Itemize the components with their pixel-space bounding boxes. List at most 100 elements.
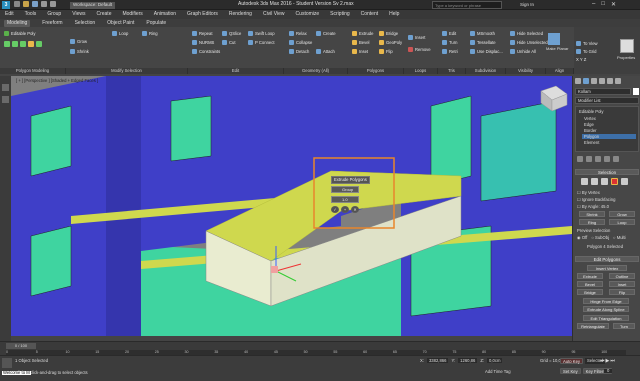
grow-button[interactable]: Grow bbox=[70, 39, 87, 44]
menu-edit[interactable]: Edit bbox=[5, 12, 14, 17]
menu-create[interactable]: Create bbox=[96, 12, 111, 17]
x-coordinate-field[interactable]: 3382,866 bbox=[426, 358, 449, 363]
play-icon[interactable]: ▶ bbox=[606, 358, 610, 364]
tab-object-paint[interactable]: Object Paint bbox=[107, 20, 134, 26]
time-slider[interactable]: 0 / 100 bbox=[6, 343, 36, 349]
shrink-button[interactable]: Shrink bbox=[70, 49, 89, 54]
preview-off-radio[interactable]: ◉ Off bbox=[577, 235, 587, 240]
bevel-button[interactable]: Bevel bbox=[352, 40, 369, 45]
ring-selection-button[interactable]: Ring bbox=[579, 219, 605, 225]
goto-start-icon[interactable]: ⏮ bbox=[600, 358, 605, 364]
stack-item-polygon[interactable]: Polygon bbox=[582, 134, 636, 139]
create-button[interactable]: Create bbox=[316, 31, 336, 36]
viewport-label[interactable]: [ + ] [Perspective ] [Shaded + Edged Fac… bbox=[16, 78, 98, 83]
hide-selected-button[interactable]: Hide Selected bbox=[510, 31, 543, 36]
edit-triangulation-button[interactable]: Edit Triangulation bbox=[583, 315, 629, 321]
remove-modifier-icon[interactable] bbox=[604, 156, 610, 162]
tab-populate[interactable]: Populate bbox=[146, 20, 166, 26]
p-connect-button[interactable]: P Connect bbox=[248, 40, 274, 45]
utilities-tab-icon[interactable] bbox=[615, 78, 621, 84]
stack-item-vertex[interactable]: Vertex bbox=[584, 116, 596, 121]
flip-button[interactable]: Flip bbox=[379, 49, 393, 54]
to-view-button[interactable]: To View bbox=[576, 41, 598, 46]
preview-subobj-radio[interactable]: ○ SubObj bbox=[591, 235, 609, 240]
create-tab-icon[interactable] bbox=[575, 78, 581, 84]
remove-loop-button[interactable]: Remove bbox=[408, 47, 431, 52]
geopoly-button[interactable]: GeoPoly bbox=[379, 40, 402, 45]
z-coordinate-field[interactable]: 0,0cm bbox=[487, 358, 503, 363]
perspective-viewport[interactable]: [ + ] [Perspective ] [Shaded + Edged Fac… bbox=[11, 76, 572, 336]
tab-freeform[interactable]: Freeform bbox=[42, 20, 62, 26]
detach-button[interactable]: Detach bbox=[289, 49, 309, 54]
cut-button[interactable]: Cut bbox=[222, 40, 236, 45]
retriangulate-button[interactable]: Retriangulate bbox=[577, 323, 609, 329]
new-file-icon[interactable] bbox=[14, 1, 20, 7]
edit-bridge-button[interactable]: Bridge bbox=[577, 289, 603, 295]
menu-content[interactable]: Content bbox=[361, 12, 379, 17]
select-border-icon[interactable] bbox=[601, 178, 608, 185]
caddy-apply-button[interactable]: + bbox=[341, 206, 349, 213]
ignore-backfacing-checkbox[interactable]: ☐ Ignore Backfacing bbox=[577, 197, 615, 202]
ring-button[interactable]: Ring bbox=[142, 31, 158, 36]
properties-icon[interactable] bbox=[620, 39, 634, 53]
retri-button[interactable]: Retri bbox=[442, 49, 458, 54]
insert-vertex-button[interactable]: Insert Vertex bbox=[587, 265, 627, 271]
loop-selection-button[interactable]: Loop bbox=[609, 219, 635, 225]
select-vertex-icon[interactable] bbox=[581, 178, 588, 185]
show-end-result-icon[interactable] bbox=[586, 156, 592, 162]
by-angle-checkbox[interactable]: ☐ By Angle: 45.0 bbox=[577, 204, 609, 209]
auto-key-button[interactable]: Auto Key bbox=[560, 358, 583, 364]
vertex-icon[interactable] bbox=[4, 41, 10, 47]
loop-button[interactable]: Loop bbox=[112, 31, 128, 36]
maximize-icon[interactable]: □ bbox=[601, 1, 605, 8]
current-frame-field[interactable]: 0 bbox=[604, 368, 613, 374]
edit-bevel-button[interactable]: Bevel bbox=[577, 281, 603, 287]
pin-stack-icon[interactable] bbox=[577, 156, 583, 162]
modify-tab-icon[interactable] bbox=[583, 78, 589, 84]
turn-button[interactable]: Turn bbox=[442, 40, 457, 45]
viewport-layout-icon[interactable] bbox=[2, 84, 9, 91]
caddy-cancel-button[interactable]: ✕ bbox=[351, 206, 359, 213]
tab-modeling[interactable]: Modeling bbox=[4, 19, 31, 27]
menu-graph-editors[interactable]: Graph Editors bbox=[187, 12, 218, 17]
save-file-icon[interactable] bbox=[32, 1, 38, 7]
menu-tools[interactable]: Tools bbox=[25, 12, 37, 17]
select-polygon-icon[interactable] bbox=[611, 178, 618, 185]
menu-help[interactable]: Help bbox=[389, 12, 399, 17]
menu-rendering[interactable]: Rendering bbox=[229, 12, 252, 17]
element-icon[interactable] bbox=[36, 41, 42, 47]
hierarchy-tab-icon[interactable] bbox=[591, 78, 597, 84]
by-vertex-checkbox[interactable]: ☐ By Vertex bbox=[577, 190, 600, 195]
caddy-ok-button[interactable]: ✓ bbox=[331, 206, 339, 213]
edit-flip-button[interactable]: Flip bbox=[609, 289, 635, 295]
menu-civil-view[interactable]: Civil View bbox=[263, 12, 285, 17]
turn-edge-button[interactable]: Turn bbox=[613, 323, 635, 329]
edge-icon[interactable] bbox=[12, 41, 18, 47]
stack-item-editable-poly[interactable]: Editable Poly bbox=[579, 109, 603, 114]
edit-extrude-button[interactable]: Extrude bbox=[577, 273, 603, 279]
height-spinner[interactable]: 1.0 bbox=[331, 196, 359, 203]
select-edge-icon[interactable] bbox=[591, 178, 598, 185]
menu-views[interactable]: Views bbox=[72, 12, 85, 17]
menu-group[interactable]: Group bbox=[47, 12, 61, 17]
make-planar-icon[interactable] bbox=[548, 33, 560, 45]
edit-tris-button[interactable]: Edit bbox=[442, 31, 456, 36]
extrusion-type-dropdown[interactable]: Group bbox=[331, 186, 359, 193]
border-icon[interactable] bbox=[20, 41, 26, 47]
motion-tab-icon[interactable] bbox=[599, 78, 605, 84]
edit-inset-button[interactable]: Inset bbox=[609, 281, 635, 287]
workspace-selector[interactable]: Workspace: Default bbox=[70, 2, 116, 9]
grow-selection-button[interactable]: Grow bbox=[609, 211, 635, 217]
hide-unselected-button[interactable]: Hide Unselected bbox=[510, 40, 548, 45]
extrude-button[interactable]: Extrude bbox=[352, 31, 373, 36]
sign-in-link[interactable]: Sign In bbox=[520, 2, 534, 8]
menu-animation[interactable]: Animation bbox=[154, 12, 176, 17]
attach-button[interactable]: Attach bbox=[316, 49, 335, 54]
edit-outline-button[interactable]: Outline bbox=[609, 273, 635, 279]
menu-modifiers[interactable]: Modifiers bbox=[122, 12, 142, 17]
polygon-icon[interactable] bbox=[28, 41, 34, 47]
undo-icon[interactable] bbox=[41, 1, 47, 7]
hinge-from-edge-button[interactable]: Hinge From Edge bbox=[583, 298, 629, 304]
modifier-list-dropdown[interactable]: Modifier List bbox=[575, 97, 639, 104]
preview-multi-radio[interactable]: ○ Multi bbox=[613, 235, 626, 240]
